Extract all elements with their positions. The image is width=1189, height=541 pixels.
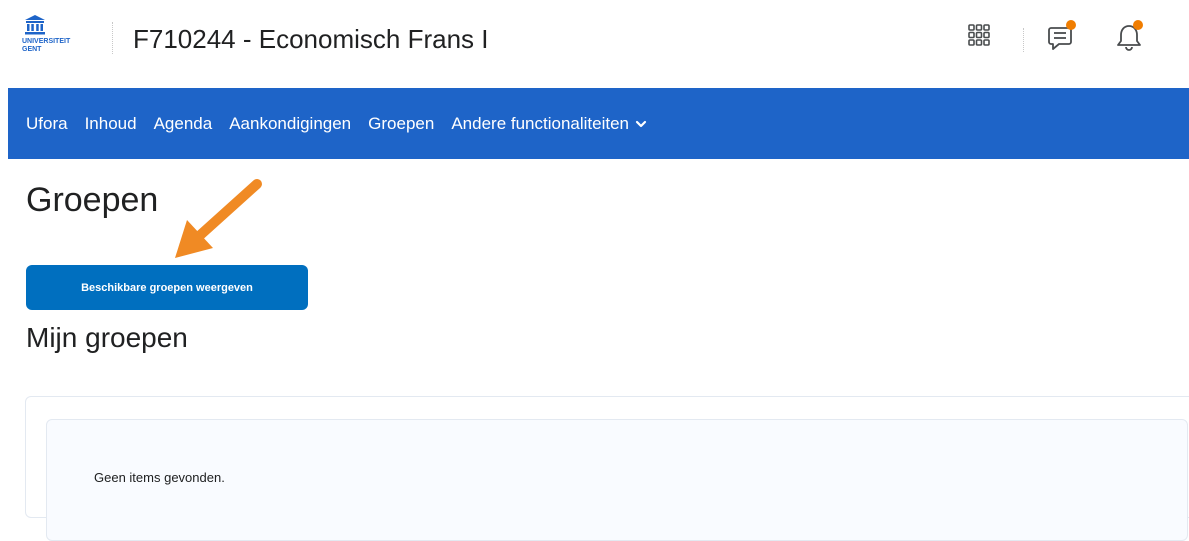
- header-icon-group: [959, 18, 1159, 58]
- nav-item-agenda[interactable]: Agenda: [154, 114, 213, 134]
- nav-item-label: Agenda: [153, 113, 213, 133]
- empty-state-message: Geen items gevonden.: [94, 470, 225, 485]
- course-navbar: Ufora Inhoud Agenda Aankondigingen Groep…: [8, 88, 1189, 159]
- top-header: UNIVERSITEIT GENT F710244 - Economisch F…: [0, 0, 1189, 88]
- section-title-my-groups: Mijn groepen: [26, 322, 188, 353]
- bell-notification-dot: [1133, 20, 1143, 30]
- groups-empty-panel: Geen items gevonden.: [46, 419, 1188, 541]
- show-available-groups-button[interactable]: Beschikbare groepen weergeven: [26, 265, 308, 310]
- nav-item-ufora[interactable]: Ufora: [26, 114, 68, 134]
- nav-item-andere-functionaliteiten[interactable]: Andere functionaliteiten: [451, 114, 647, 134]
- chat-notification-dot: [1066, 20, 1076, 30]
- nav-item-inhoud[interactable]: Inhoud: [85, 114, 137, 134]
- nav-item-aankondigingen[interactable]: Aankondigingen: [229, 114, 351, 134]
- header-icon-divider: [1023, 28, 1024, 52]
- nav-item-label: Andere functionaliteiten: [451, 113, 630, 133]
- bell-icon[interactable]: [1109, 18, 1149, 58]
- university-building-icon: [25, 15, 45, 35]
- groups-card: Geen items gevonden.: [25, 396, 1189, 541]
- course-title[interactable]: F710244 - Economisch Frans I: [133, 22, 489, 56]
- nav-item-label: Groepen: [368, 113, 435, 133]
- header-divider: [112, 22, 113, 54]
- nav-item-label: Aankondigingen: [229, 113, 352, 133]
- university-logo[interactable]: UNIVERSITEIT GENT: [22, 14, 86, 62]
- apps-grid-icon[interactable]: [959, 18, 999, 58]
- nav-items: Ufora Inhoud Agenda Aankondigingen Groep…: [26, 88, 664, 159]
- nav-item-label: Inhoud: [84, 113, 137, 133]
- logo-wordmark: UNIVERSITEIT GENT: [22, 38, 70, 54]
- chevron-down-icon: [635, 114, 647, 134]
- chat-icon[interactable]: [1039, 18, 1079, 58]
- page-title: Groepen: [26, 181, 159, 219]
- annotation-arrow-icon: [165, 176, 275, 266]
- nav-item-label: Ufora: [26, 113, 68, 133]
- logo-line-2: GENT: [22, 46, 42, 53]
- logo-line-1: UNIVERSITEIT: [22, 38, 71, 45]
- nav-item-groepen[interactable]: Groepen: [368, 114, 434, 134]
